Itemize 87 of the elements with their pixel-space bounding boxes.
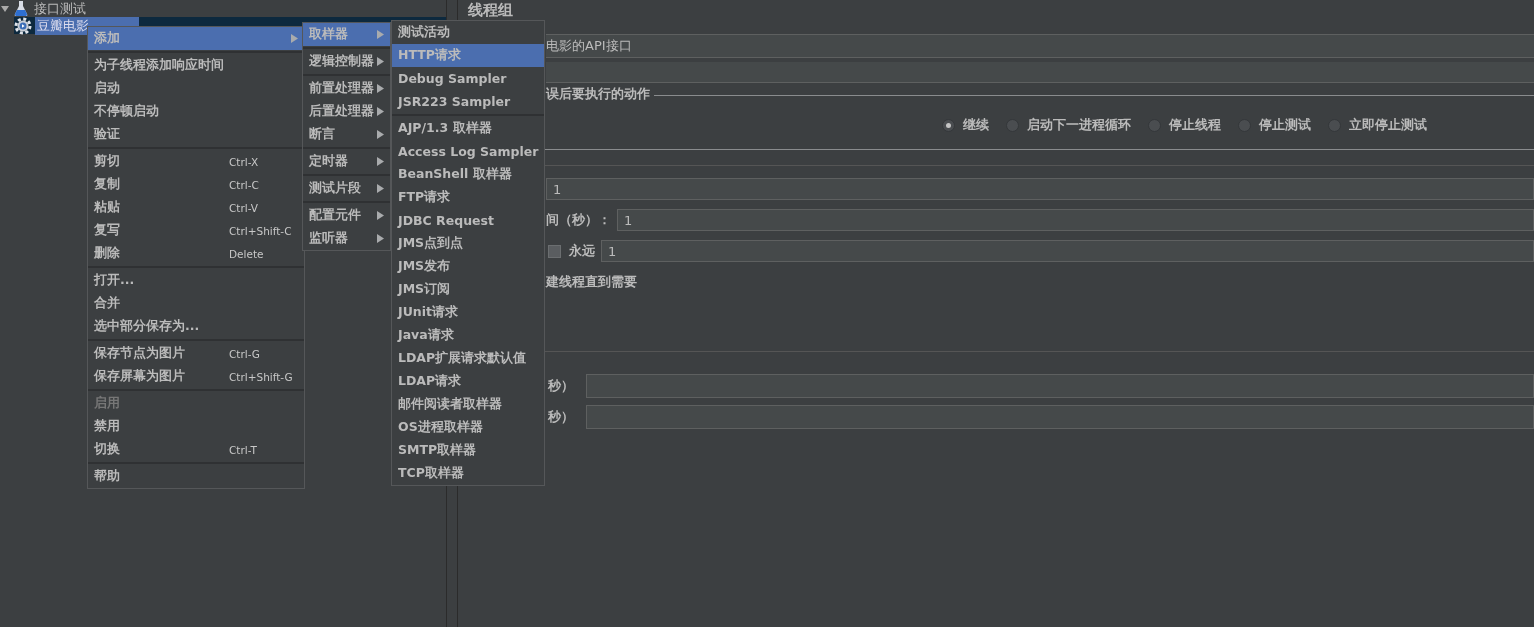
menu-item[interactable]: Debug Sampler: [392, 67, 544, 90]
menu-item[interactable]: 断言: [303, 123, 390, 146]
shortcut-label: Ctrl-C: [229, 178, 259, 191]
menu-item[interactable]: LDAP请求: [392, 370, 544, 393]
menu-item[interactable]: 逻辑控制器: [303, 50, 390, 73]
shortcut-label: Ctrl-V: [229, 201, 259, 214]
input-field[interactable]: 1: [546, 178, 1534, 200]
tree-item[interactable]: 接口测试: [0, 0, 446, 17]
input-field[interactable]: [586, 374, 1534, 398]
menu-item[interactable]: 禁用: [88, 415, 304, 438]
menu-item[interactable]: 保存屏幕为图片 Ctrl+Shift-G: [88, 365, 304, 388]
radio-button[interactable]: [942, 118, 955, 132]
menu-item[interactable]: BeanShell 取样器: [392, 163, 544, 186]
menu-item[interactable]: JMS点到点: [392, 232, 544, 255]
expanded-arrow-icon: [0, 3, 10, 14]
menu-item[interactable]: 定时器: [303, 150, 390, 173]
checkbox[interactable]: [548, 244, 561, 258]
menu-item[interactable]: 复制 Ctrl-C: [88, 173, 304, 196]
menu-item[interactable]: Java请求: [392, 324, 544, 347]
flask-icon: [13, 0, 29, 17]
menu-item[interactable]: 验证: [88, 123, 304, 146]
option-label: 建线程直到需要: [546, 273, 637, 291]
menu-item[interactable]: 粘贴 Ctrl-V: [88, 196, 304, 219]
radio-label: 立即停止测试: [1349, 116, 1427, 134]
shortcut-label: Ctrl-X: [229, 155, 259, 168]
comment-field[interactable]: [546, 62, 1534, 83]
menu-item[interactable]: 启动: [88, 77, 304, 100]
input-field[interactable]: 1: [601, 240, 1534, 262]
submenu-arrow-icon: [377, 157, 384, 166]
shortcut-label: Ctrl+Shift-G: [229, 370, 293, 383]
submenu-arrow-icon: [377, 234, 384, 243]
menu-item[interactable]: 邮件阅读者取样器: [392, 393, 544, 416]
menu-item[interactable]: FTP请求: [392, 186, 544, 209]
field-label: 秒）: [548, 377, 574, 395]
submenu-arrow-icon: [377, 57, 384, 66]
submenu-arrow-icon: [377, 107, 384, 116]
menu-item[interactable]: JUnit请求: [392, 301, 544, 324]
panel-title: 线程组: [468, 1, 514, 21]
field-label: 间（秒）：: [546, 211, 611, 229]
menu-item[interactable]: JDBC Request: [392, 209, 544, 232]
menu-item[interactable]: 为子线程添加响应时间: [88, 54, 304, 77]
menu-item[interactable]: 后置处理器: [303, 100, 390, 123]
submenu-arrow-icon: [377, 30, 384, 39]
submenu-arrow-icon: [377, 184, 384, 193]
radio-label: 停止测试: [1259, 116, 1311, 134]
menu-item[interactable]: Access Log Sampler: [392, 140, 544, 163]
shortcut-label: Ctrl-T: [229, 443, 257, 456]
radio-label: 停止线程: [1169, 116, 1221, 134]
menu-item[interactable]: 切换 Ctrl-T: [88, 438, 304, 461]
menu-item[interactable]: JMS订阅: [392, 278, 544, 301]
radio-label: 继续: [963, 116, 989, 134]
tree-item-label: 接口测试: [33, 0, 87, 18]
menu-item[interactable]: 监听器: [303, 227, 390, 250]
submenu-arrow-icon: [377, 211, 384, 220]
input-field[interactable]: 1: [617, 209, 1534, 231]
radio-label: 启动下一进程循环: [1027, 116, 1131, 134]
menu-item[interactable]: 保存节点为图片 Ctrl-G: [88, 342, 304, 365]
menu-item[interactable]: LDAP扩展请求默认值: [392, 347, 544, 370]
menu-item[interactable]: 合并: [88, 292, 304, 315]
shortcut-label: Ctrl+Shift-C: [229, 224, 292, 237]
menu-item[interactable]: 删除 Delete: [88, 242, 304, 265]
menu-item[interactable]: 测试片段: [303, 177, 390, 200]
menu-item[interactable]: 选中部分保存为...: [88, 315, 304, 338]
submenu-arrow-icon: [291, 34, 298, 43]
submenu-arrow-icon: [377, 130, 384, 139]
checkbox-label: 永远: [569, 242, 595, 260]
gear-icon: [14, 16, 32, 35]
menu-item[interactable]: 不停顿启动: [88, 100, 304, 123]
submenu-arrow-icon: [377, 84, 384, 93]
menu-item[interactable]: JSR223 Sampler: [392, 90, 544, 113]
menu-item[interactable]: TCP取样器: [392, 462, 544, 485]
menu-item[interactable]: 复写 Ctrl+Shift-C: [88, 219, 304, 242]
menu-item[interactable]: 配置元件: [303, 204, 390, 227]
shortcut-label: Delete: [229, 247, 264, 260]
shortcut-label: Ctrl-G: [229, 347, 260, 360]
menu-item[interactable]: 剪切 Ctrl-X: [88, 150, 304, 173]
section-heading: 误后要执行的动作: [546, 85, 650, 103]
menu-item[interactable]: 帮助: [88, 465, 304, 488]
input-field[interactable]: [586, 405, 1534, 429]
menu-item[interactable]: SMTP取样器: [392, 439, 544, 462]
field-label: 秒）: [548, 408, 574, 426]
menu-item[interactable]: AJP/1.3 取样器: [392, 117, 544, 140]
menu-item[interactable]: OS进程取样器: [392, 416, 544, 439]
name-field[interactable]: 电影的API接口: [546, 34, 1534, 58]
menu-item[interactable]: JMS发布: [392, 255, 544, 278]
menu-item[interactable]: 打开...: [88, 269, 304, 292]
menu-item[interactable]: 前置处理器: [303, 77, 390, 100]
